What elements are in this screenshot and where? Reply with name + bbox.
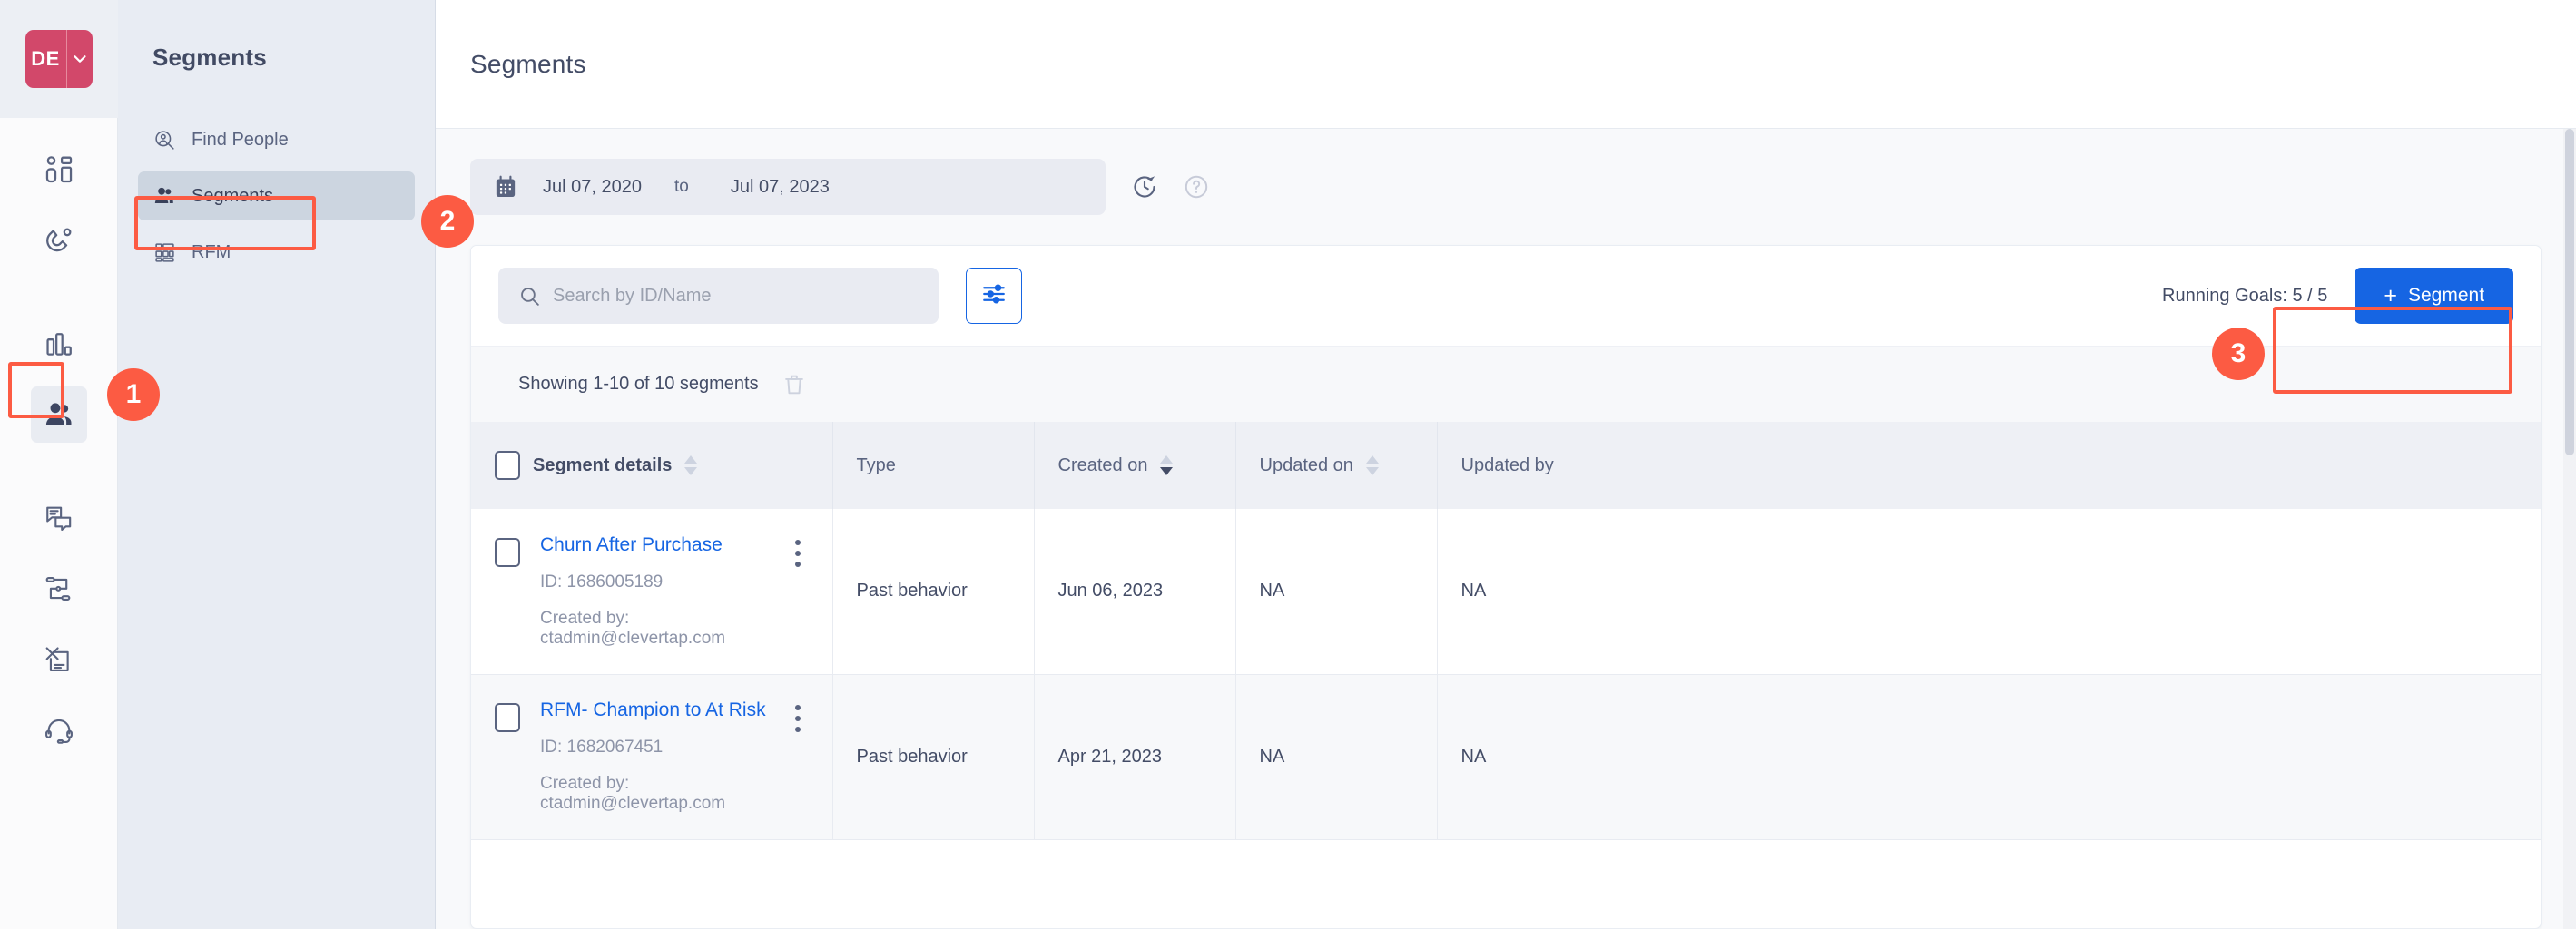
table-row[interactable]: Churn After Purchase ID: 1686005189 Crea… <box>471 509 2542 675</box>
annotation-badge-2: 2 <box>421 195 474 248</box>
table-head: Segment details Type Created on Updated … <box>471 422 2542 509</box>
select-all-checkbox[interactable] <box>495 451 520 480</box>
page-header: Segments <box>436 0 2576 129</box>
cell-created-on: Apr 21, 2023 <box>1034 674 1236 840</box>
cell-segment-details: RFM- Champion to At Risk ID: 1682067451 … <box>471 674 833 840</box>
table-body: Churn After Purchase ID: 1686005189 Crea… <box>471 509 2542 840</box>
sidebar-item-label: Segments <box>192 185 274 206</box>
more-vertical-icon[interactable] <box>787 539 809 567</box>
cell-updated-on: NA <box>1235 674 1438 840</box>
column-header-created-on[interactable]: Created on <box>1034 422 1236 509</box>
trash-icon[interactable] <box>782 373 806 396</box>
brand-code: DE <box>31 47 60 70</box>
cell-type: Past behavior <box>832 509 1035 675</box>
brand-switcher[interactable]: DE <box>0 0 118 118</box>
flow-nodes-icon[interactable] <box>31 561 87 617</box>
help-circle-icon[interactable] <box>1184 174 1209 200</box>
vertical-scrollbar[interactable] <box>2563 129 2576 929</box>
cell-updated-on: NA <box>1235 509 1438 675</box>
row-checkbox[interactable] <box>495 703 520 732</box>
column-header-type: Type <box>832 422 1035 509</box>
bar-chart-icon[interactable] <box>31 316 87 372</box>
headset-icon[interactable] <box>31 702 87 758</box>
segment-name-link[interactable]: Churn After Purchase <box>540 534 723 555</box>
sidebar-item-rfm[interactable]: RFM <box>138 228 415 277</box>
segment-name-link[interactable]: RFM- Champion to At Risk <box>540 699 766 720</box>
column-label: Type <box>856 455 896 475</box>
column-header-segment-details[interactable]: Segment details <box>471 422 833 509</box>
scrollbar-thumb[interactable] <box>2565 129 2575 455</box>
main-content: Segments Jul 07, 2020 to Jul 07, 2023 Se… <box>436 0 2576 929</box>
chat-bubbles-icon[interactable] <box>31 490 87 546</box>
sidebar-item-label: RFM <box>192 241 231 262</box>
send-document-icon[interactable] <box>31 631 87 688</box>
search-container[interactable] <box>498 268 939 324</box>
cell-updated-by: NA <box>1437 509 2542 675</box>
search-icon <box>518 285 553 308</box>
column-label: Updated on <box>1259 455 1353 475</box>
grid-blocks-icon <box>152 241 176 264</box>
segments-table: Segment details Type Created on Updated … <box>471 422 2542 840</box>
segment-id: ID: 1686005189 <box>540 572 664 592</box>
sidebar-item-find-people[interactable]: Find People <box>138 115 415 164</box>
dashboard-blocks-icon[interactable] <box>31 142 87 198</box>
plus-icon: + <box>2384 282 2397 308</box>
toolbar-right: Running Goals: 5 / 5 + Segment <box>2162 268 2514 324</box>
app-root: DE Segments Find People Segments RFM Seg… <box>0 0 2576 929</box>
cell-segment-details: Churn After Purchase ID: 1686005189 Crea… <box>471 509 833 675</box>
cell-updated-by: NA <box>1437 674 2542 840</box>
date-range-start[interactable]: Jul 07, 2020 <box>543 177 642 198</box>
audience-rail-icon[interactable] <box>30 386 87 443</box>
column-header-updated-on[interactable]: Updated on <box>1235 422 1438 509</box>
people-icon <box>152 184 176 208</box>
person-search-icon <box>152 129 176 152</box>
sort-toggle-segment-details[interactable] <box>684 455 698 475</box>
table-row[interactable]: RFM- Champion to At Risk ID: 1682067451 … <box>471 674 2542 840</box>
column-header-updated-by: Updated by <box>1437 422 2542 509</box>
segment-created-by: Created by: ctadmin@clevertap.com <box>540 608 726 648</box>
annotation-badge-1: 1 <box>107 368 160 421</box>
filter-sliders-icon <box>980 280 1008 312</box>
sidebar-nav-list: Find People Segments RFM <box>118 115 435 277</box>
sidebar-title: Segments <box>152 44 267 71</box>
more-vertical-icon[interactable] <box>787 705 809 732</box>
primary-icon-rail: DE <box>0 0 118 929</box>
add-segment-label: Segment <box>2408 285 2485 306</box>
clock-refresh-icon[interactable] <box>1131 173 1158 200</box>
table-header-row: Segment details Type Created on Updated … <box>471 422 2542 509</box>
add-segment-button[interactable]: + Segment <box>2355 268 2514 324</box>
sort-toggle-created-on[interactable] <box>1160 455 1174 475</box>
column-label: Created on <box>1057 455 1148 475</box>
segment-id: ID: 1682067451 <box>540 738 664 757</box>
date-toolbar: Jul 07, 2020 to Jul 07, 2023 <box>436 129 2576 245</box>
column-label: Segment details <box>533 455 673 475</box>
magnet-icon[interactable] <box>31 212 87 269</box>
page-title: Segments <box>470 49 586 78</box>
sidebar-item-segments[interactable]: Segments <box>138 171 415 220</box>
segment-created-by: Created by: ctadmin@clevertap.com <box>540 774 726 813</box>
calendar-icon <box>494 175 517 200</box>
cell-created-on: Jun 06, 2023 <box>1034 509 1236 675</box>
secondary-sidebar: Segments Find People Segments RFM <box>118 0 436 929</box>
column-label: Updated by <box>1460 455 1554 475</box>
annotation-badge-3: 3 <box>2212 328 2265 380</box>
chevron-down-icon[interactable] <box>67 30 93 88</box>
row-checkbox[interactable] <box>495 537 520 567</box>
cell-type: Past behavior <box>832 674 1035 840</box>
sort-toggle-updated-on[interactable] <box>1365 455 1379 475</box>
search-input[interactable] <box>553 285 922 307</box>
date-range-end[interactable]: Jul 07, 2023 <box>731 177 830 198</box>
date-range-separator: to <box>673 177 689 196</box>
showing-count: Showing 1-10 of 10 segments <box>518 374 759 394</box>
sidebar-item-label: Find People <box>192 129 289 150</box>
filter-button[interactable] <box>966 268 1022 324</box>
date-range-picker[interactable]: Jul 07, 2020 to Jul 07, 2023 <box>470 159 1106 215</box>
brand-chip[interactable]: DE <box>25 30 93 88</box>
running-goals-label: Running Goals: 5 / 5 <box>2162 285 2328 306</box>
